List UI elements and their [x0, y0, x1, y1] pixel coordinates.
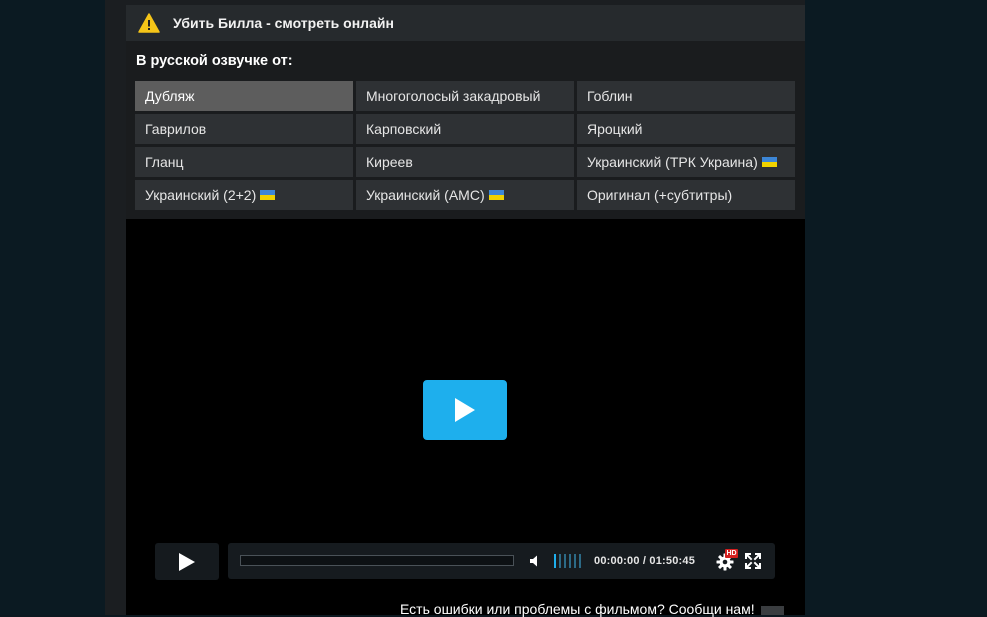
- hd-badge: HD: [725, 549, 738, 558]
- dubbing-option-label: Яроцкий: [587, 121, 643, 137]
- time-display: 00:00:00 / 01:50:45: [594, 555, 695, 567]
- movie-title-bar: Убить Билла - смотреть онлайн: [126, 5, 805, 41]
- dubbing-option-label: Гоблин: [587, 88, 633, 104]
- play-icon: [179, 552, 195, 571]
- progress-bar[interactable]: [240, 555, 514, 566]
- dubbing-option-label: Украинский (АМС): [366, 187, 485, 203]
- dubbing-option[interactable]: Гоблин: [577, 81, 795, 111]
- dubbing-option[interactable]: Оригинал (+субтитры): [577, 180, 795, 210]
- dubbing-option[interactable]: Яроцкий: [577, 114, 795, 144]
- dubbing-option[interactable]: Гланц: [135, 147, 353, 177]
- dubbing-option[interactable]: Украинский (АМС): [356, 180, 574, 210]
- play-icon: [455, 398, 475, 422]
- page-background-right: [805, 0, 987, 615]
- report-button[interactable]: [761, 606, 784, 615]
- dubbing-option[interactable]: Многоголосый закадровый: [356, 81, 574, 111]
- volume-slider[interactable]: [554, 554, 581, 568]
- dubbing-heading: В русской озвучке от:: [136, 53, 293, 69]
- player-control-bar: 00:00:00 / 01:50:45 HD: [228, 543, 775, 579]
- dubbing-option-label: Киреев: [366, 154, 413, 170]
- volume-icon[interactable]: [529, 554, 543, 568]
- play-pause-button[interactable]: [155, 543, 219, 580]
- dubbing-option[interactable]: Украинский (ТРК Украина): [577, 147, 795, 177]
- dubbing-option-label: Гаврилов: [145, 121, 207, 137]
- dubbing-option-label: Гланц: [145, 154, 184, 170]
- warning-icon: [138, 13, 160, 33]
- dubbing-options-grid: Дубляж Многоголосый закадровый Гоблин Га…: [135, 81, 796, 210]
- page-background-left: [0, 0, 105, 615]
- dubbing-option-label: Украинский (2+2): [145, 187, 257, 203]
- current-time: 00:00:00: [594, 555, 640, 567]
- ukraine-flag-icon: [761, 157, 777, 167]
- dubbing-option-label: Многоголосый закадровый: [366, 88, 541, 104]
- dubbing-option-label: Оригинал (+субтитры): [587, 187, 733, 203]
- dubbing-option[interactable]: Дубляж: [135, 81, 353, 111]
- ukraine-flag-icon: [260, 190, 276, 200]
- dubbing-panel: В русской озвучке от: Дубляж Многоголосы…: [126, 41, 805, 219]
- ukraine-flag-icon: [488, 190, 504, 200]
- time-separator: /: [639, 555, 650, 567]
- dubbing-option[interactable]: Карповский: [356, 114, 574, 144]
- video-player[interactable]: 00:00:00 / 01:50:45 HD: [126, 219, 805, 615]
- total-time: 01:50:45: [649, 555, 696, 567]
- dubbing-option-label: Дубляж: [145, 88, 195, 104]
- fullscreen-icon[interactable]: [745, 553, 761, 569]
- dubbing-option-label: Украинский (ТРК Украина): [587, 154, 758, 170]
- dubbing-option[interactable]: Гаврилов: [135, 114, 353, 144]
- dubbing-option[interactable]: Украинский (2+2): [135, 180, 353, 210]
- dubbing-option[interactable]: Киреев: [356, 147, 574, 177]
- page-title: Убить Билла - смотреть онлайн: [173, 15, 394, 31]
- dubbing-option-label: Карповский: [366, 121, 442, 137]
- big-play-button[interactable]: [423, 380, 507, 440]
